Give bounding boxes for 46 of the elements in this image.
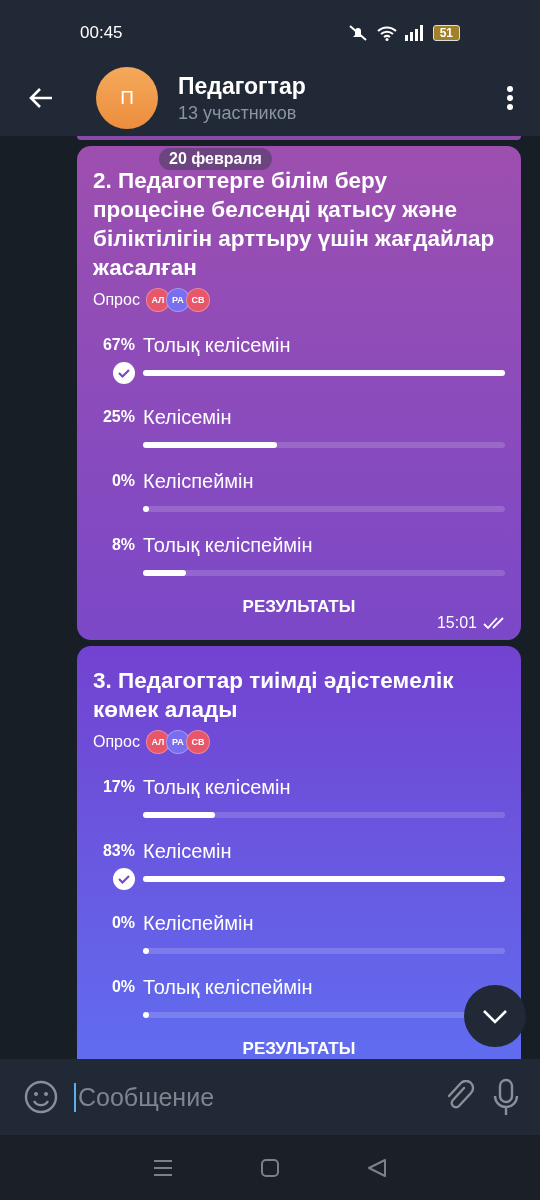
- home-icon[interactable]: [260, 1157, 280, 1178]
- option-label: Келісемін: [143, 840, 233, 862]
- option-label: Келіспеймін: [143, 912, 255, 934]
- poll-type-label: Опрос: [93, 733, 140, 751]
- signal-icon: [404, 25, 425, 41]
- poll-question: 2. Педагогтерге білім беру процесіне белсенді қатысу және біліктілігін арттыру үшін жағдайлар жасалған: [93, 167, 496, 282]
- voter-avatar: АЛ: [145, 730, 170, 754]
- option-percent: 0%: [111, 913, 135, 933]
- option-percent: 8%: [111, 535, 135, 555]
- option-label: Толық келісемін: [143, 334, 292, 356]
- option-percent: 67%: [102, 335, 135, 355]
- option-label: Келісемін: [143, 406, 233, 428]
- message-input[interactable]: Сообщение: [74, 1082, 428, 1112]
- results-button[interactable]: РЕЗУЛЬТАТЫ: [234, 1035, 364, 1059]
- chevron-down-icon: [482, 1008, 508, 1024]
- member-count: 13 участников: [178, 102, 298, 124]
- voter-avatar: РА: [165, 730, 190, 754]
- voter-avatar: СВ: [185, 288, 210, 312]
- option-label: Келіспеймін: [143, 470, 255, 492]
- microphone-icon[interactable]: [492, 1078, 520, 1116]
- voter-avatar: АЛ: [145, 288, 170, 312]
- message-time: 15:01: [436, 614, 477, 632]
- emoji-icon[interactable]: [24, 1080, 58, 1114]
- option-label: Толық келіспеймін: [143, 534, 314, 556]
- battery-indicator: 51: [432, 25, 460, 41]
- chat-title: Педагогтар: [178, 72, 307, 100]
- voter-avatar: СВ: [185, 730, 210, 754]
- option-percent: 0%: [111, 471, 135, 491]
- back-arrow-icon[interactable]: [28, 87, 54, 109]
- date-pill: 20 февраля: [159, 148, 272, 170]
- poll-question: 3. Педагогтар тиімді әдістемелік көмек алады: [93, 667, 455, 724]
- more-menu-icon[interactable]: [506, 85, 514, 111]
- option-label: Толық келіспеймін: [143, 976, 314, 998]
- option-percent: 17%: [102, 777, 135, 797]
- option-percent: 0%: [111, 977, 135, 997]
- back-icon[interactable]: [366, 1157, 387, 1178]
- option-label: Толық келісемін: [143, 776, 292, 798]
- results-button[interactable]: РЕЗУЛЬТАТЫ: [234, 593, 364, 621]
- status-time: 00:45: [80, 23, 123, 43]
- wifi-icon: [376, 25, 397, 41]
- poll-type-label: Опрос: [93, 291, 140, 309]
- voter-avatar: РА: [165, 288, 190, 312]
- option-percent: 25%: [102, 407, 135, 427]
- menu-icon[interactable]: [153, 1158, 174, 1177]
- group-avatar[interactable]: П: [96, 67, 158, 129]
- option-percent: 83%: [102, 841, 135, 861]
